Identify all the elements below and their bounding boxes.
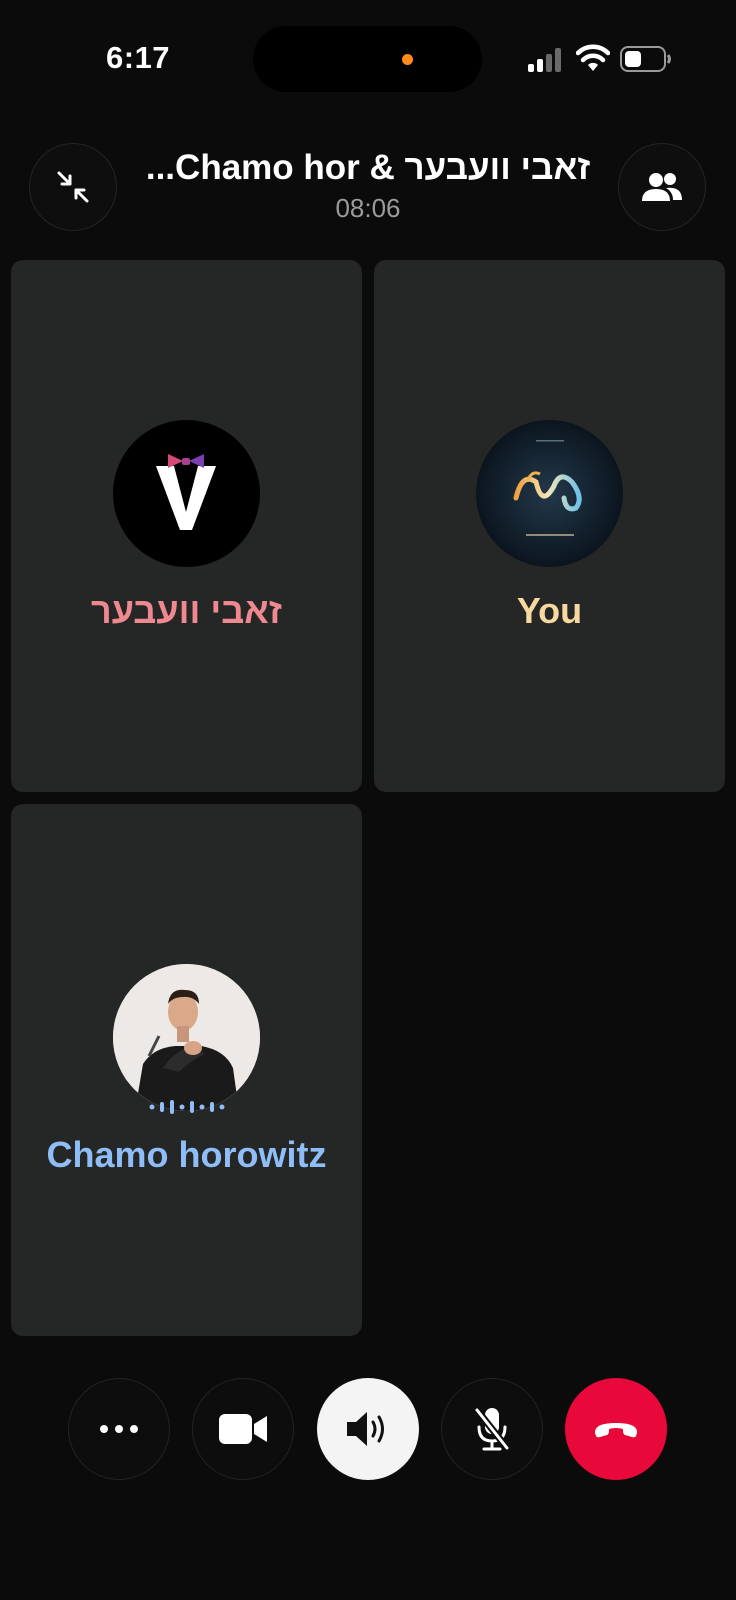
- battery-icon: [620, 46, 671, 72]
- tuxedo-logo-icon: [156, 454, 216, 530]
- end-call-icon: [594, 1423, 638, 1438]
- more-options-button[interactable]: [68, 1378, 170, 1480]
- album-art-image: [476, 420, 623, 567]
- avatar: [113, 964, 260, 1111]
- speaker-button[interactable]: [317, 1378, 419, 1480]
- group-call-screen: 6:17 זאבי וועבער & Chamo hor... 08:06 זא…: [0, 0, 736, 1600]
- participant-tile-self[interactable]: You: [374, 260, 725, 792]
- participant-name: You: [516, 590, 583, 631]
- call-title: זאבי וועבער & Chamo hor...: [145, 148, 591, 187]
- privacy-indicator-dot: [402, 54, 413, 65]
- minimize-icon: [57, 171, 89, 203]
- dynamic-island: [253, 26, 482, 92]
- speaker-icon: [347, 1412, 384, 1446]
- video-camera-icon: [219, 1414, 267, 1444]
- participants-button[interactable]: [618, 143, 706, 231]
- signal-icon: [528, 48, 561, 72]
- avatar: [113, 420, 260, 567]
- participant-tile[interactable]: זאבי וועבער: [11, 260, 362, 792]
- participant-name: Chamo horowitz: [46, 1134, 327, 1175]
- end-call-button[interactable]: [565, 1378, 667, 1480]
- avatar: [476, 420, 623, 567]
- status-bar: 6:17: [0, 0, 736, 120]
- participant-name: זאבי וועבער: [91, 590, 282, 631]
- participant-tile[interactable]: Chamo horowitz: [11, 804, 362, 1336]
- wifi-icon: [576, 44, 610, 71]
- call-duration: 08:06: [335, 193, 401, 223]
- profile-photo-image: [113, 964, 260, 1111]
- speaking-indicator: [149, 1100, 225, 1114]
- minimize-button[interactable]: [29, 143, 117, 231]
- video-toggle-button[interactable]: [192, 1378, 294, 1480]
- status-time: 6:17: [106, 40, 171, 75]
- mic-muted-icon: [473, 1406, 511, 1452]
- participants-icon: [642, 173, 682, 201]
- mute-button[interactable]: [441, 1378, 543, 1480]
- more-icon: [100, 1425, 138, 1433]
